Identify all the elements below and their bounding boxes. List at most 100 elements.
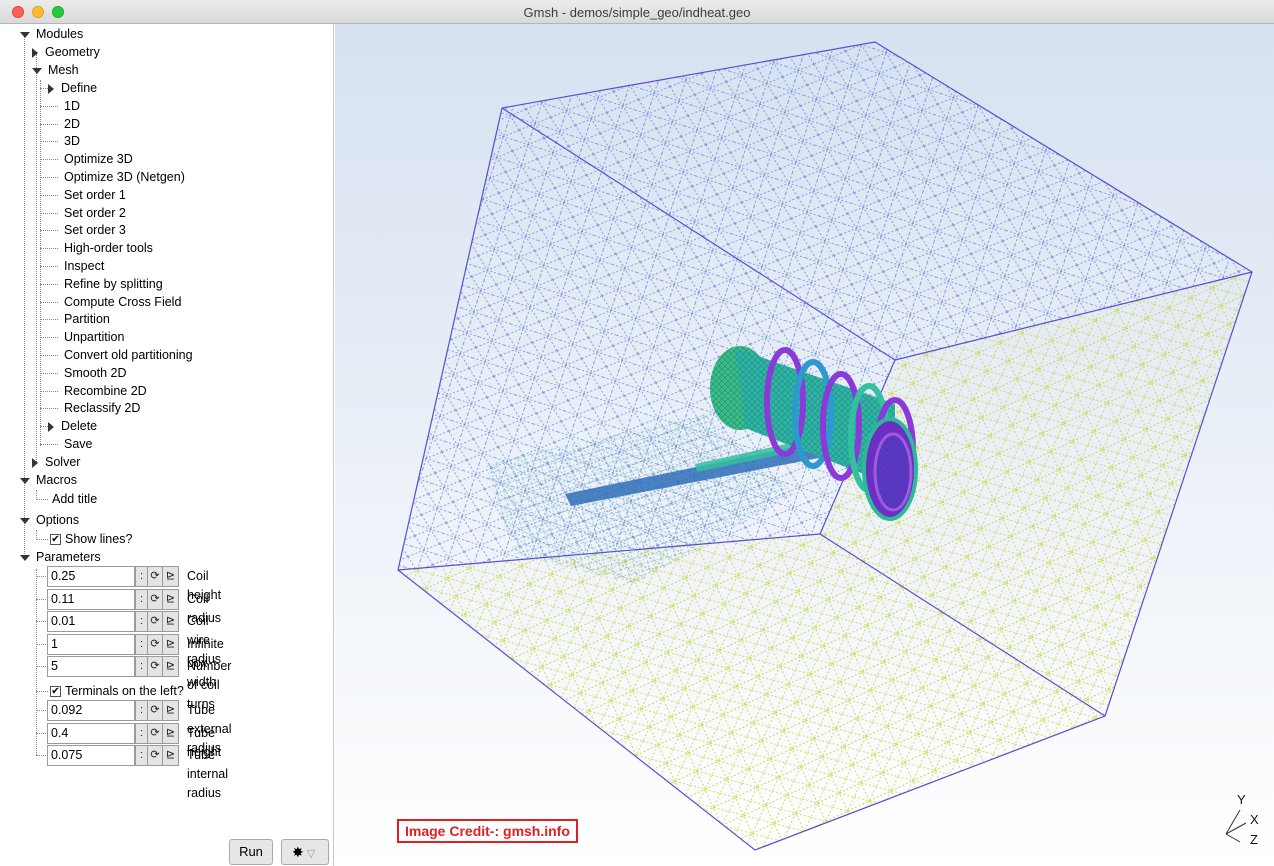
tree-geometry[interactable]: Geometry	[32, 43, 100, 61]
tree-connector	[36, 643, 46, 645]
window-title: Gmsh - demos/simple_geo/indheat.geo	[523, 5, 751, 20]
mesh-item-set-order-1[interactable]: Set order 1	[64, 186, 126, 204]
tree-connector	[36, 755, 46, 756]
parameter-value-input[interactable]: 0.4	[47, 722, 135, 744]
loop-icon[interactable]: ⟳	[147, 611, 163, 632]
parameter-value-input[interactable]: 0.11	[47, 588, 135, 610]
tree-add-title[interactable]: Add title	[52, 490, 97, 508]
graph-icon[interactable]: ⊵	[162, 611, 179, 632]
tree-modules[interactable]: Modules	[20, 25, 83, 43]
tree-connector	[36, 499, 48, 500]
loop-icon[interactable]: ⟳	[147, 633, 163, 655]
tree-connector	[40, 301, 58, 303]
mesh-item-save[interactable]: Save	[64, 435, 93, 453]
gear-icon: ✸	[292, 844, 304, 860]
loop-icon[interactable]: ⟳	[147, 745, 163, 766]
loop-icon[interactable]: ⟳	[147, 656, 163, 677]
mesh-item-reclassify-2d[interactable]: Reclassify 2D	[64, 399, 140, 417]
image-credit: Image Credit-: gmsh.info	[397, 819, 578, 843]
mesh-item-recombine-2d[interactable]: Recombine 2D	[64, 382, 147, 400]
tree-connector	[40, 194, 58, 196]
tree-connector	[40, 159, 58, 161]
tree-parameters[interactable]: Parameters	[20, 548, 101, 566]
loop-icon[interactable]: ⟳	[147, 588, 163, 610]
expanded-arrow-icon	[32, 67, 42, 74]
tree-connector	[40, 88, 48, 89]
graph-icon[interactable]: ⊵	[162, 566, 179, 587]
mesh-item-refine-by-splitting[interactable]: Refine by splitting	[64, 275, 163, 293]
parameter-value-input[interactable]: 0.075	[47, 745, 135, 766]
tree-connector	[40, 408, 58, 410]
mesh-item-delete[interactable]: Delete	[48, 417, 97, 435]
collapsed-arrow-icon	[32, 47, 38, 58]
parameter-value-input[interactable]: 0.092	[47, 700, 135, 721]
parameter-value-input[interactable]: 0.01	[47, 611, 135, 632]
mesh-item-1d[interactable]: 1D	[64, 97, 80, 115]
parameter-value-input[interactable]: 5	[47, 656, 135, 677]
tree-options[interactable]: Options	[20, 511, 79, 529]
terminals-left-checkbox[interactable]: ✔ Terminals on the left?	[50, 682, 184, 700]
mesh-item-smooth-2d[interactable]: Smooth 2D	[64, 364, 127, 382]
mesh-render	[397, 41, 1253, 851]
parameter-value-input[interactable]: 0.25	[47, 566, 135, 587]
run-button[interactable]: Run	[229, 839, 273, 865]
title-bar: Gmsh - demos/simple_geo/indheat.geo	[0, 0, 1274, 24]
tree-mesh[interactable]: Mesh	[32, 61, 79, 79]
mesh-item-unpartition[interactable]: Unpartition	[64, 328, 124, 346]
graph-icon[interactable]: ⊵	[162, 700, 179, 721]
tree-connector	[36, 691, 48, 692]
collapsed-arrow-icon	[48, 421, 54, 432]
tree-connector	[36, 710, 46, 711]
mesh-item-set-order-3[interactable]: Set order 3	[64, 221, 126, 239]
mesh-item-optimize-3d-netgen[interactable]: Optimize 3D (Netgen)	[64, 168, 185, 186]
tree-connector	[36, 732, 46, 734]
mesh-item-inspect[interactable]: Inspect	[64, 257, 104, 275]
tree-connector	[36, 569, 37, 755]
loop-icon[interactable]: ⟳	[147, 722, 163, 744]
tree-connector	[40, 266, 58, 267]
tree-connector	[40, 426, 48, 428]
mesh-item-define[interactable]: Define	[48, 79, 97, 97]
graph-icon[interactable]: ⊵	[162, 722, 179, 744]
solver-settings-button[interactable]: ✸ ▽	[281, 839, 329, 865]
tree-connector	[40, 105, 58, 107]
mesh-item-optimize-3d[interactable]: Optimize 3D	[64, 150, 133, 168]
tree-connector	[36, 666, 46, 667]
expanded-arrow-icon	[20, 477, 30, 484]
tree-connector	[36, 576, 46, 577]
tree-macros[interactable]: Macros	[20, 471, 77, 489]
graph-icon[interactable]: ⊵	[162, 633, 179, 655]
checkmark-icon: ✔	[50, 686, 61, 698]
dropdown-arrow-icon: ▽	[306, 848, 316, 860]
mesh-item-partition[interactable]: Partition	[64, 310, 110, 328]
tree-connector	[40, 177, 58, 178]
collapsed-arrow-icon	[32, 457, 38, 468]
tree-connector	[40, 319, 58, 321]
tree-connector	[40, 337, 58, 339]
graph-icon[interactable]: ⊵	[162, 745, 179, 766]
module-tree-panel: Modules Geometry Mesh Define 1D 2D 3D Optimi…	[0, 24, 334, 866]
tree-connector	[40, 283, 58, 285]
graph-icon[interactable]: ⊵	[162, 656, 179, 677]
mesh-item-3d[interactable]: 3D	[64, 132, 80, 150]
tree-solver[interactable]: Solver	[32, 453, 80, 471]
tree-connector	[40, 355, 58, 356]
mesh-item-set-order-2[interactable]: Set order 2	[64, 204, 126, 222]
graph-icon[interactable]: ⊵	[162, 588, 179, 610]
loop-icon[interactable]: ⟳	[147, 700, 163, 721]
tree-connector	[40, 230, 58, 232]
mesh-item-compute-cross-field[interactable]: Compute Cross Field	[64, 293, 181, 311]
tree-connector	[36, 539, 48, 540]
show-lines-checkbox[interactable]: ✔ Show lines?	[50, 530, 132, 548]
axis-indicator: Y X Z	[1216, 790, 1266, 850]
mesh-item-convert-old-partitioning[interactable]: Convert old partitioning	[64, 346, 193, 364]
parameter-value-input[interactable]: 1	[47, 633, 135, 655]
mesh-item-2d[interactable]: 2D	[64, 115, 80, 133]
graphics-viewport[interactable]	[335, 24, 1274, 866]
mesh-item-high-order-tools[interactable]: High-order tools	[64, 239, 153, 257]
expanded-arrow-icon	[20, 517, 30, 524]
axis-z-label: Z	[1250, 832, 1258, 847]
expanded-arrow-icon	[20, 554, 30, 561]
tree-connector	[40, 248, 58, 250]
loop-icon[interactable]: ⟳	[147, 566, 163, 587]
